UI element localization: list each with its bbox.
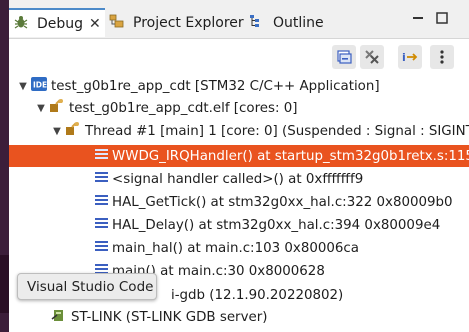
view-menu-button[interactable] (430, 45, 454, 69)
tree-item-label: i-gdb (12.1.90.20220802) (171, 287, 344, 303)
tree-item-frame-selected[interactable]: WWDG_IRQHandler() at startup_stm32g0b1re… (9, 145, 469, 167)
close-icon[interactable]: ✕ (89, 16, 101, 32)
bug-icon (13, 14, 29, 34)
debug-target-icon (49, 98, 65, 118)
tree-item-label: HAL_GetTick() at stm32g0xx_hal.c:322 0x8… (112, 194, 453, 210)
tree-item-label: test_g0b1re_app_cdt.elf [cores: 0] (69, 100, 298, 116)
minimize-icon[interactable] (412, 12, 424, 24)
background-window-edge (0, 255, 9, 313)
tab-outline[interactable]: Outline (249, 8, 324, 38)
tooltip-text: Visual Studio Code (27, 278, 154, 295)
tree-item-label: ST-LINK (ST-LINK GDB server) (71, 309, 268, 325)
tree-item-label: test_g0b1re_app_cdt [STM32 C/C++ Applica… (51, 78, 380, 94)
tree-item-label: <signal handler called>() at 0xfffffff9 (112, 171, 364, 187)
tab-debug-label: Debug (37, 15, 84, 32)
tree-item-launch[interactable]: ▼ IDE test_g0b1re_app_cdt [STM32 C/C++ A… (9, 75, 469, 97)
tab-debug[interactable]: Debug ✕ (9, 8, 105, 37)
tree-item-label: WWDG_IRQHandler() at startup_stm32g0b1re… (112, 148, 469, 164)
collapse-all-icon (337, 50, 352, 64)
stack-frame-icon (95, 148, 108, 164)
expand-arrow-icon[interactable]: ▼ (51, 126, 63, 137)
ide-launch-icon: IDE (31, 77, 47, 95)
view-tab-bar: Debug ✕ Project Explorer Outline (9, 0, 469, 39)
taskbar-tooltip: Visual Studio Code (17, 273, 157, 300)
tree-item-label: HAL_Delay() at stm32g0xx_hal.c:394 0x800… (112, 217, 441, 233)
tree-item-frame[interactable]: HAL_GetTick() at stm32g0xx_hal.c:322 0x8… (9, 191, 469, 213)
tree-item-label: Thread #1 [main] 1 [core: 0] (Suspended … (85, 123, 469, 139)
step-filter-button[interactable]: i (398, 45, 422, 69)
tree-item-thread[interactable]: ▼ Thread #1 [main] 1 [core: 0] (Suspende… (9, 120, 469, 142)
tree-item-frame[interactable]: HAL_Delay() at stm32g0xx_hal.c:394 0x800… (9, 214, 469, 236)
more-options-icon (440, 50, 444, 64)
collapse-all-button[interactable] (332, 45, 356, 69)
svg-text:IDE: IDE (33, 81, 47, 90)
stack-frame-icon (95, 171, 108, 187)
tree-item-stlink-process[interactable]: ST-LINK (ST-LINK GDB server) (9, 306, 469, 328)
tree-item-label: main_hal() at main.c:103 0x80006ca (112, 240, 359, 256)
project-explorer-icon (109, 13, 125, 33)
tab-project-explorer[interactable]: Project Explorer (109, 8, 244, 38)
tab-outline-label: Outline (273, 15, 324, 31)
maximize-icon[interactable] (436, 12, 448, 24)
thread-icon (65, 121, 81, 141)
svg-text:i: i (402, 51, 406, 64)
tree-item-frame[interactable]: main_hal() at main.c:103 0x80006ca (9, 237, 469, 259)
tree-item-frame[interactable]: <signal handler called>() at 0xfffffff9 (9, 168, 469, 190)
expand-arrow-icon[interactable]: ▼ (35, 103, 47, 114)
debug-view-toolbar: i (9, 39, 469, 73)
remove-all-terminated-icon (365, 50, 379, 64)
stlink-process-icon (51, 307, 67, 327)
stack-frame-icon (95, 240, 108, 256)
outline-icon (249, 13, 265, 33)
instruction-stepping-icon: i (402, 51, 418, 64)
tree-item-elf[interactable]: ▼ test_g0b1re_app_cdt.elf [cores: 0] (9, 97, 469, 119)
tab-project-explorer-label: Project Explorer (133, 15, 244, 31)
stack-frame-icon (95, 194, 108, 210)
remove-terminated-button[interactable] (360, 45, 384, 69)
expand-arrow-icon[interactable]: ▼ (17, 81, 29, 92)
stack-frame-icon (95, 217, 108, 233)
